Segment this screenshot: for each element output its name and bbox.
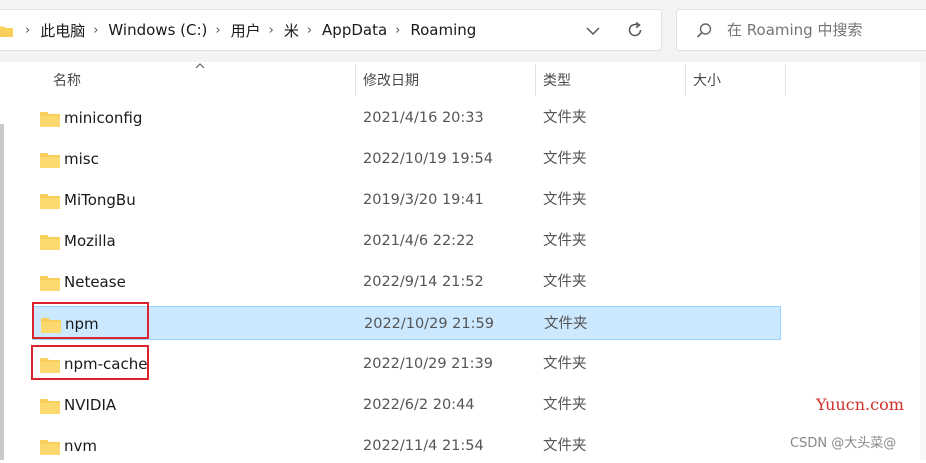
list-item[interactable]: MiTongBu 2019/3/20 19:41 文件夹 <box>32 183 780 217</box>
watermark-csdn: CSDN @大头菜@ <box>790 436 897 451</box>
navigation-pane-scrollbar[interactable] <box>0 124 4 460</box>
file-type: 文件夹 <box>543 151 587 167</box>
file-type: 文件夹 <box>544 316 588 332</box>
column-header-type[interactable]: 类型 <box>543 62 571 98</box>
file-type: 文件夹 <box>543 192 587 208</box>
breadcrumb-item-user[interactable]: 米 <box>284 20 299 41</box>
breadcrumb-item-appdata[interactable]: AppData <box>322 21 387 39</box>
search-box[interactable] <box>676 9 926 51</box>
breadcrumb-item-users[interactable]: 用户 <box>231 20 261 41</box>
breadcrumb-item-drive-c[interactable]: Windows (C:) <box>108 21 207 39</box>
folder-icon <box>40 399 60 414</box>
watermark-site: Yuucn.com <box>816 395 904 414</box>
list-item[interactable]: nvm 2022/11/4 21:54 文件夹 <box>32 429 780 463</box>
highlight-box-npm-cache <box>31 345 149 380</box>
file-date: 2022/11/4 21:54 <box>363 438 484 454</box>
file-date: 2021/4/6 22:22 <box>363 233 475 249</box>
folder-icon <box>40 440 60 455</box>
file-name[interactable]: misc <box>64 142 99 176</box>
file-type: 文件夹 <box>543 438 587 454</box>
file-date: 2022/10/19 19:54 <box>363 151 493 167</box>
file-date: 2021/4/16 20:33 <box>363 110 484 126</box>
refresh-icon[interactable] <box>625 20 645 40</box>
file-name[interactable]: NVIDIA <box>64 388 116 422</box>
column-header-date[interactable]: 修改日期 <box>363 62 419 98</box>
column-header-name[interactable]: 名称 <box>53 62 81 98</box>
sort-ascending-icon <box>195 63 205 69</box>
breadcrumb: › 此电脑 › Windows (C:) › 用户 › 米 › AppData … <box>17 10 476 50</box>
column-divider[interactable] <box>355 64 356 96</box>
vertical-scrollbar[interactable] <box>920 62 926 460</box>
list-item[interactable]: Netease 2022/9/14 21:52 文件夹 <box>32 265 780 299</box>
folder-icon <box>0 26 13 37</box>
list-item[interactable]: misc 2022/10/19 19:54 文件夹 <box>32 142 780 176</box>
file-date: 2022/10/29 21:59 <box>364 316 494 332</box>
chevron-right-icon[interactable]: › <box>269 23 274 38</box>
file-name[interactable]: Mozilla <box>64 224 116 258</box>
list-item[interactable]: Mozilla 2021/4/6 22:22 文件夹 <box>32 224 780 258</box>
search-icon <box>696 23 712 38</box>
list-item[interactable]: NVIDIA 2022/6/2 20:44 文件夹 <box>32 388 780 422</box>
address-bar[interactable]: › 此电脑 › Windows (C:) › 用户 › 米 › AppData … <box>0 9 662 51</box>
search-input[interactable] <box>727 10 926 50</box>
file-name[interactable]: MiTongBu <box>64 183 136 217</box>
file-date: 2022/6/2 20:44 <box>363 397 475 413</box>
file-type: 文件夹 <box>543 274 587 290</box>
chevron-right-icon[interactable]: › <box>25 23 30 38</box>
breadcrumb-item-roaming[interactable]: Roaming <box>410 21 476 39</box>
file-name[interactable]: Netease <box>64 265 126 299</box>
file-date: 2022/9/14 21:52 <box>363 274 484 290</box>
column-header-size[interactable]: 大小 <box>693 62 721 98</box>
column-divider[interactable] <box>785 64 786 96</box>
chevron-right-icon[interactable]: › <box>93 23 98 38</box>
folder-icon <box>40 276 60 291</box>
file-name[interactable]: nvm <box>64 429 97 463</box>
file-name[interactable]: miniconfig <box>64 101 142 135</box>
file-type: 文件夹 <box>543 397 587 413</box>
file-date: 2019/3/20 19:41 <box>363 192 484 208</box>
file-date: 2022/10/29 21:39 <box>363 356 493 372</box>
chevron-right-icon[interactable]: › <box>215 23 220 38</box>
breadcrumb-item-this-pc[interactable]: 此电脑 <box>40 20 85 41</box>
file-type: 文件夹 <box>543 233 587 249</box>
file-type: 文件夹 <box>543 356 587 372</box>
chevron-right-icon[interactable]: › <box>395 23 400 38</box>
chevron-down-icon[interactable] <box>583 22 603 40</box>
file-type: 文件夹 <box>543 110 587 126</box>
column-divider[interactable] <box>685 64 686 96</box>
folder-icon <box>40 153 60 168</box>
chevron-right-icon[interactable]: › <box>307 23 312 38</box>
column-divider[interactable] <box>535 64 536 96</box>
folder-icon <box>40 194 60 209</box>
folder-icon <box>40 112 60 127</box>
folder-icon <box>40 235 60 250</box>
highlight-box-npm <box>32 302 149 339</box>
list-item[interactable]: miniconfig 2021/4/16 20:33 文件夹 <box>32 101 780 135</box>
